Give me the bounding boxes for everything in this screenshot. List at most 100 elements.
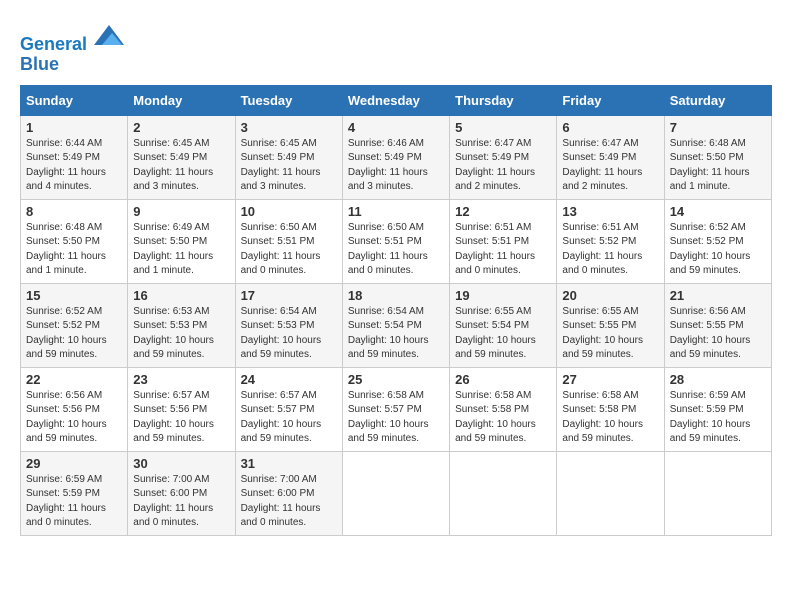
calendar-cell: 4 Sunrise: 6:46 AMSunset: 5:49 PMDayligh… (342, 115, 449, 199)
calendar-cell: 26 Sunrise: 6:58 AMSunset: 5:58 PMDaylig… (450, 367, 557, 451)
day-number: 25 (348, 372, 444, 387)
calendar-body: 1 Sunrise: 6:44 AMSunset: 5:49 PMDayligh… (21, 115, 772, 535)
calendar-cell (557, 451, 664, 535)
day-number: 6 (562, 120, 658, 135)
calendar-cell: 10 Sunrise: 6:50 AMSunset: 5:51 PMDaylig… (235, 199, 342, 283)
day-info: Sunrise: 6:48 AMSunset: 5:50 PMDaylight:… (26, 222, 106, 277)
page-header: General Blue (20, 20, 772, 75)
day-info: Sunrise: 6:58 AMSunset: 5:58 PMDaylight:… (562, 390, 643, 445)
day-info: Sunrise: 6:54 AMSunset: 5:53 PMDaylight:… (241, 306, 322, 361)
calendar-cell (450, 451, 557, 535)
day-info: Sunrise: 6:45 AMSunset: 5:49 PMDaylight:… (133, 138, 213, 193)
day-info: Sunrise: 6:59 AMSunset: 5:59 PMDaylight:… (26, 474, 106, 529)
calendar-cell: 24 Sunrise: 6:57 AMSunset: 5:57 PMDaylig… (235, 367, 342, 451)
logo-general: General (20, 34, 87, 54)
day-number: 30 (133, 456, 229, 471)
week-row-1: 1 Sunrise: 6:44 AMSunset: 5:49 PMDayligh… (21, 115, 772, 199)
day-info: Sunrise: 6:49 AMSunset: 5:50 PMDaylight:… (133, 222, 213, 277)
day-info: Sunrise: 6:57 AMSunset: 5:56 PMDaylight:… (133, 390, 214, 445)
calendar-cell: 18 Sunrise: 6:54 AMSunset: 5:54 PMDaylig… (342, 283, 449, 367)
day-number: 29 (26, 456, 122, 471)
logo: General Blue (20, 20, 124, 75)
calendar-cell: 16 Sunrise: 6:53 AMSunset: 5:53 PMDaylig… (128, 283, 235, 367)
calendar-cell: 19 Sunrise: 6:55 AMSunset: 5:54 PMDaylig… (450, 283, 557, 367)
header-sunday: Sunday (21, 85, 128, 115)
day-info: Sunrise: 6:51 AMSunset: 5:51 PMDaylight:… (455, 222, 535, 277)
day-info: Sunrise: 6:46 AMSunset: 5:49 PMDaylight:… (348, 138, 428, 193)
day-number: 16 (133, 288, 229, 303)
day-number: 18 (348, 288, 444, 303)
day-number: 24 (241, 372, 337, 387)
day-info: Sunrise: 6:56 AMSunset: 5:56 PMDaylight:… (26, 390, 107, 445)
calendar-cell: 23 Sunrise: 6:57 AMSunset: 5:56 PMDaylig… (128, 367, 235, 451)
day-info: Sunrise: 6:51 AMSunset: 5:52 PMDaylight:… (562, 222, 642, 277)
day-number: 15 (26, 288, 122, 303)
header-friday: Friday (557, 85, 664, 115)
day-info: Sunrise: 6:47 AMSunset: 5:49 PMDaylight:… (455, 138, 535, 193)
week-row-3: 15 Sunrise: 6:52 AMSunset: 5:52 PMDaylig… (21, 283, 772, 367)
day-info: Sunrise: 7:00 AMSunset: 6:00 PMDaylight:… (133, 474, 213, 529)
day-info: Sunrise: 6:44 AMSunset: 5:49 PMDaylight:… (26, 138, 106, 193)
calendar-cell: 31 Sunrise: 7:00 AMSunset: 6:00 PMDaylig… (235, 451, 342, 535)
day-info: Sunrise: 6:50 AMSunset: 5:51 PMDaylight:… (241, 222, 321, 277)
day-info: Sunrise: 7:00 AMSunset: 6:00 PMDaylight:… (241, 474, 321, 529)
day-number: 26 (455, 372, 551, 387)
day-number: 9 (133, 204, 229, 219)
day-info: Sunrise: 6:55 AMSunset: 5:55 PMDaylight:… (562, 306, 643, 361)
day-number: 27 (562, 372, 658, 387)
day-number: 12 (455, 204, 551, 219)
logo-blue: Blue (20, 55, 124, 75)
day-info: Sunrise: 6:59 AMSunset: 5:59 PMDaylight:… (670, 390, 751, 445)
calendar-cell: 20 Sunrise: 6:55 AMSunset: 5:55 PMDaylig… (557, 283, 664, 367)
day-info: Sunrise: 6:58 AMSunset: 5:58 PMDaylight:… (455, 390, 536, 445)
day-info: Sunrise: 6:45 AMSunset: 5:49 PMDaylight:… (241, 138, 321, 193)
calendar-cell: 30 Sunrise: 7:00 AMSunset: 6:00 PMDaylig… (128, 451, 235, 535)
day-number: 5 (455, 120, 551, 135)
calendar-cell: 27 Sunrise: 6:58 AMSunset: 5:58 PMDaylig… (557, 367, 664, 451)
day-number: 22 (26, 372, 122, 387)
calendar-cell: 22 Sunrise: 6:56 AMSunset: 5:56 PMDaylig… (21, 367, 128, 451)
day-number: 20 (562, 288, 658, 303)
day-number: 11 (348, 204, 444, 219)
day-info: Sunrise: 6:57 AMSunset: 5:57 PMDaylight:… (241, 390, 322, 445)
calendar-cell: 2 Sunrise: 6:45 AMSunset: 5:49 PMDayligh… (128, 115, 235, 199)
calendar-cell (342, 451, 449, 535)
calendar-cell: 28 Sunrise: 6:59 AMSunset: 5:59 PMDaylig… (664, 367, 771, 451)
logo-text: General (20, 20, 124, 55)
week-row-5: 29 Sunrise: 6:59 AMSunset: 5:59 PMDaylig… (21, 451, 772, 535)
day-number: 31 (241, 456, 337, 471)
calendar-cell: 7 Sunrise: 6:48 AMSunset: 5:50 PMDayligh… (664, 115, 771, 199)
day-number: 1 (26, 120, 122, 135)
day-info: Sunrise: 6:58 AMSunset: 5:57 PMDaylight:… (348, 390, 429, 445)
day-number: 19 (455, 288, 551, 303)
header-thursday: Thursday (450, 85, 557, 115)
header-monday: Monday (128, 85, 235, 115)
calendar-cell: 29 Sunrise: 6:59 AMSunset: 5:59 PMDaylig… (21, 451, 128, 535)
calendar-cell: 3 Sunrise: 6:45 AMSunset: 5:49 PMDayligh… (235, 115, 342, 199)
calendar-cell: 1 Sunrise: 6:44 AMSunset: 5:49 PMDayligh… (21, 115, 128, 199)
day-info: Sunrise: 6:52 AMSunset: 5:52 PMDaylight:… (670, 222, 751, 277)
header-row: SundayMondayTuesdayWednesdayThursdayFrid… (21, 85, 772, 115)
calendar-cell: 9 Sunrise: 6:49 AMSunset: 5:50 PMDayligh… (128, 199, 235, 283)
calendar-cell: 12 Sunrise: 6:51 AMSunset: 5:51 PMDaylig… (450, 199, 557, 283)
week-row-2: 8 Sunrise: 6:48 AMSunset: 5:50 PMDayligh… (21, 199, 772, 283)
header-wednesday: Wednesday (342, 85, 449, 115)
day-info: Sunrise: 6:53 AMSunset: 5:53 PMDaylight:… (133, 306, 214, 361)
calendar-cell: 14 Sunrise: 6:52 AMSunset: 5:52 PMDaylig… (664, 199, 771, 283)
calendar-cell: 13 Sunrise: 6:51 AMSunset: 5:52 PMDaylig… (557, 199, 664, 283)
day-number: 23 (133, 372, 229, 387)
calendar-cell (664, 451, 771, 535)
day-info: Sunrise: 6:48 AMSunset: 5:50 PMDaylight:… (670, 138, 750, 193)
day-number: 3 (241, 120, 337, 135)
calendar-table: SundayMondayTuesdayWednesdayThursdayFrid… (20, 85, 772, 536)
day-number: 14 (670, 204, 766, 219)
day-number: 17 (241, 288, 337, 303)
day-number: 21 (670, 288, 766, 303)
calendar-cell: 25 Sunrise: 6:58 AMSunset: 5:57 PMDaylig… (342, 367, 449, 451)
day-number: 10 (241, 204, 337, 219)
calendar-cell: 8 Sunrise: 6:48 AMSunset: 5:50 PMDayligh… (21, 199, 128, 283)
day-number: 8 (26, 204, 122, 219)
day-info: Sunrise: 6:50 AMSunset: 5:51 PMDaylight:… (348, 222, 428, 277)
calendar-cell: 5 Sunrise: 6:47 AMSunset: 5:49 PMDayligh… (450, 115, 557, 199)
day-info: Sunrise: 6:55 AMSunset: 5:54 PMDaylight:… (455, 306, 536, 361)
